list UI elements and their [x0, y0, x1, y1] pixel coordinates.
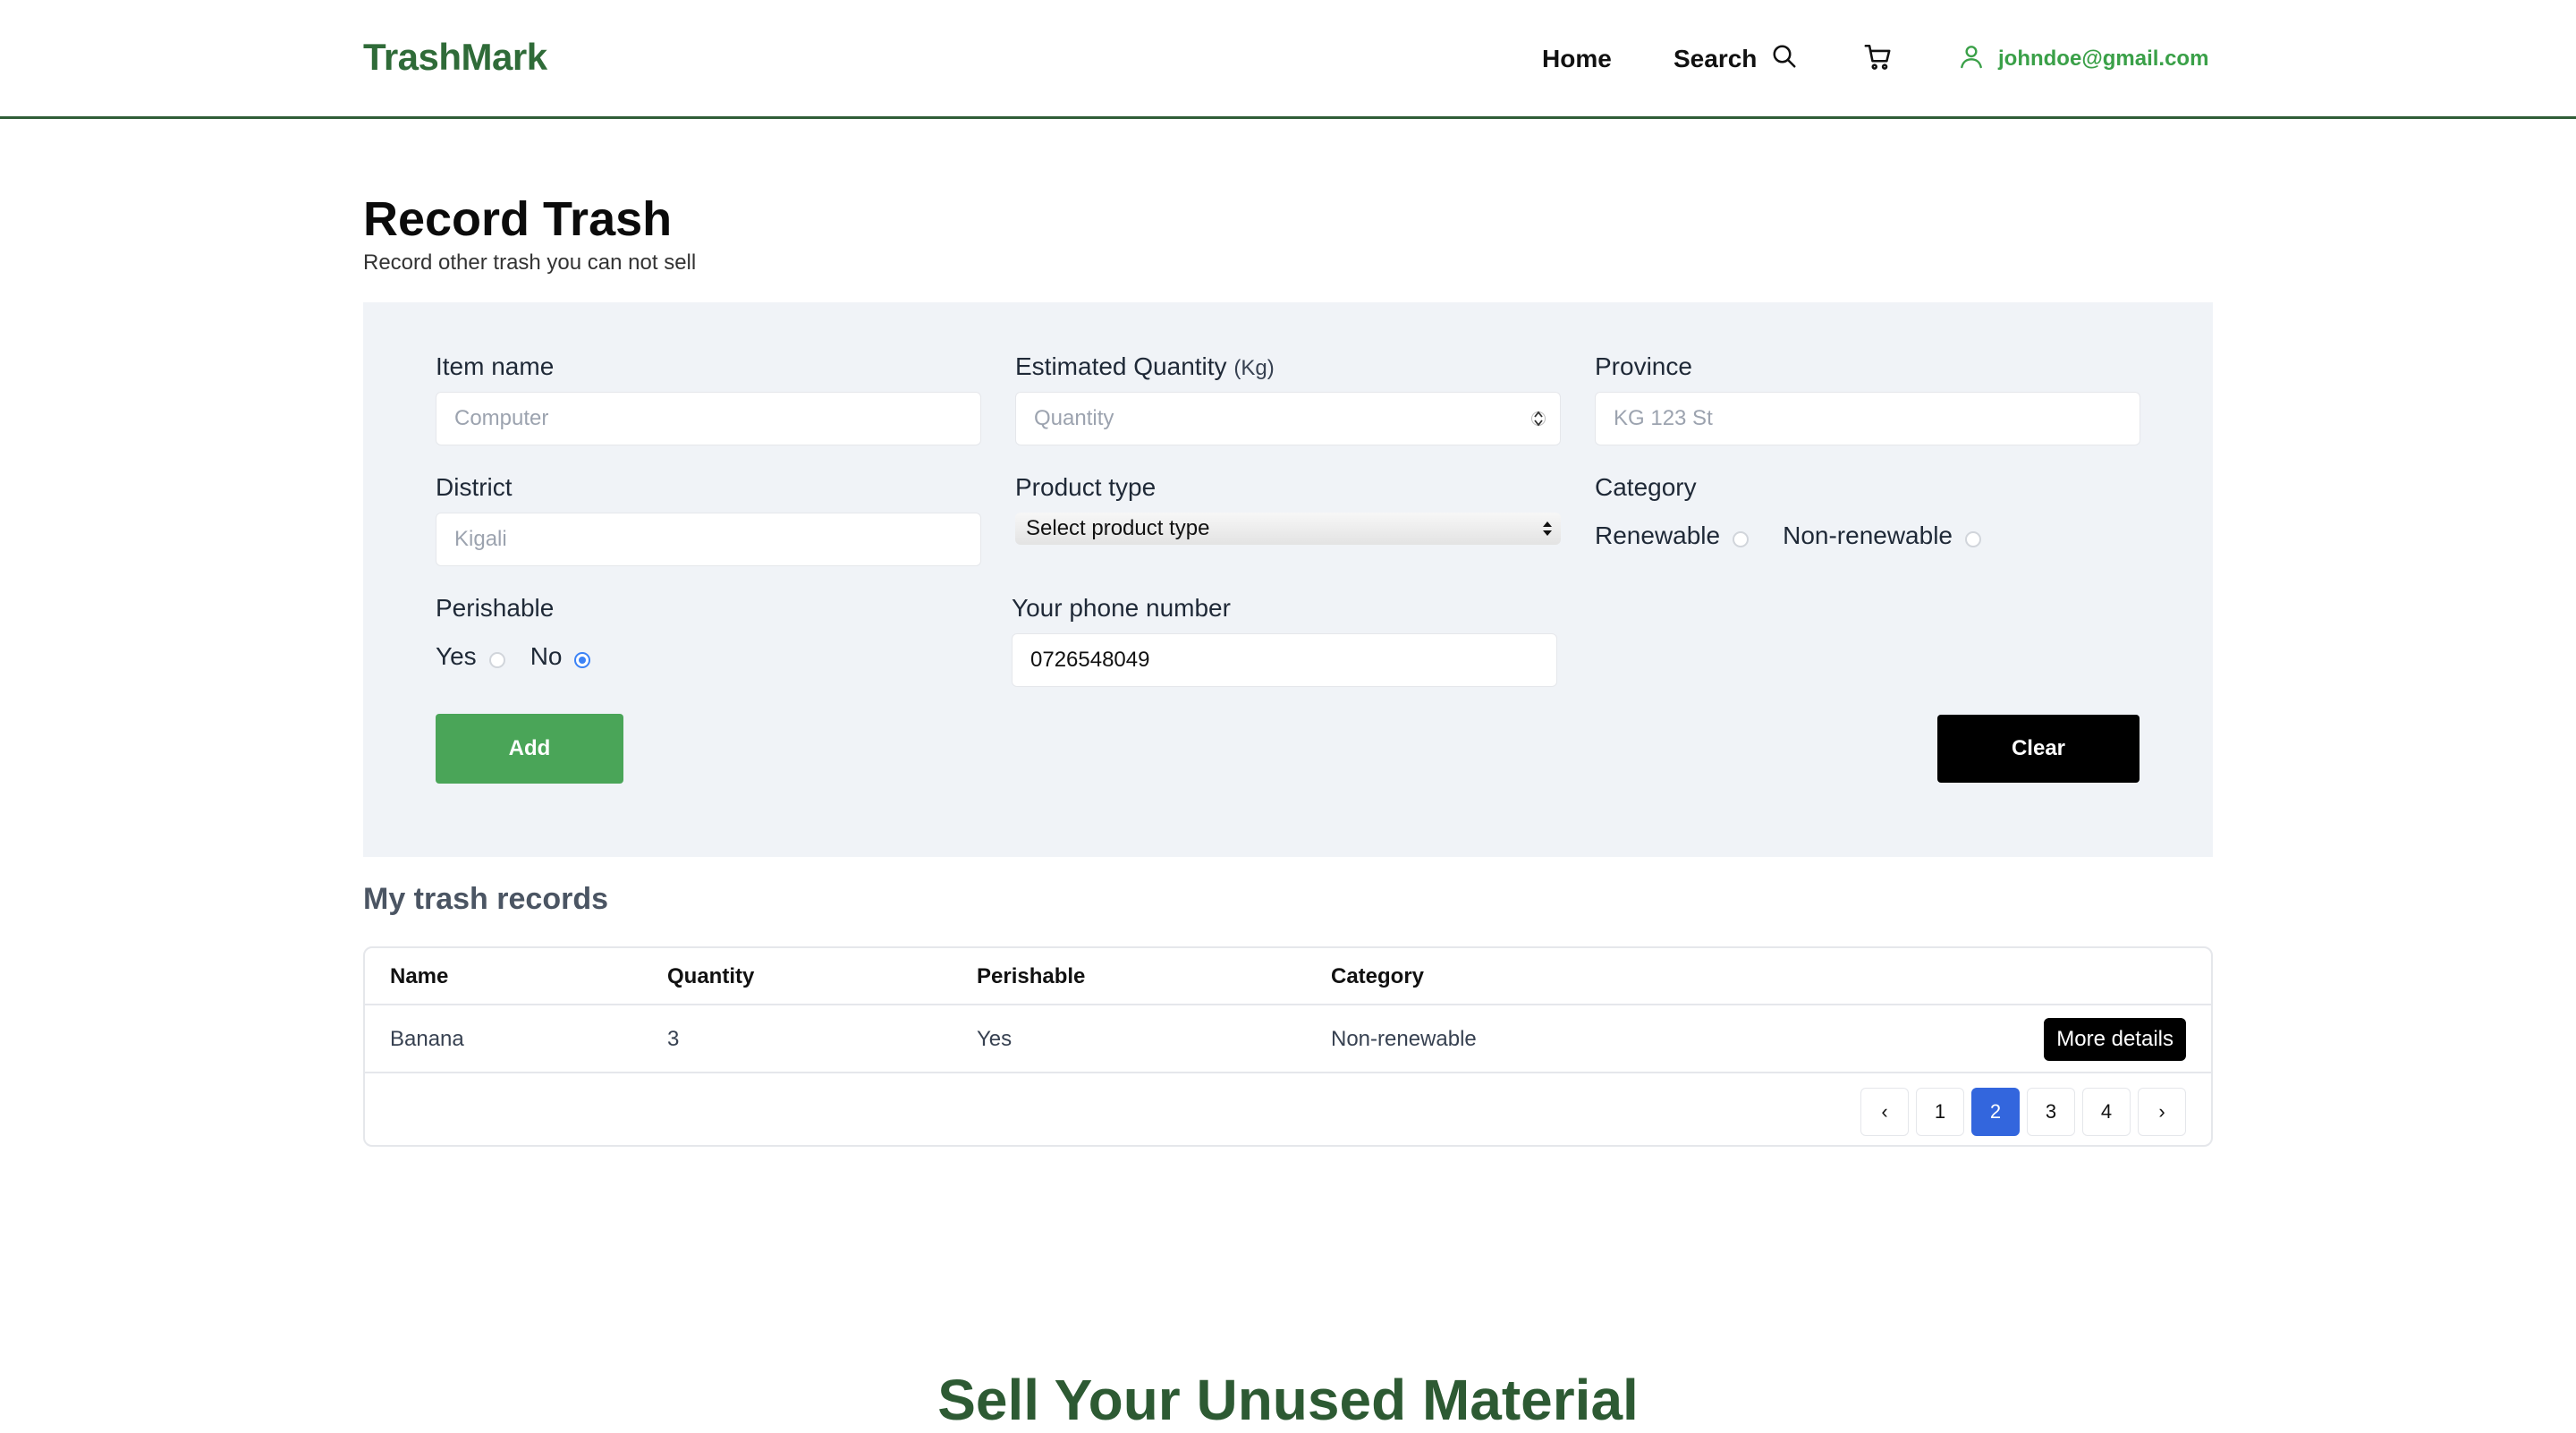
cell-quantity: 3	[667, 1027, 680, 1051]
item-name-input[interactable]: Computer	[436, 392, 981, 445]
pagination: ‹ 1 2 3 4 ›	[1860, 1088, 2186, 1136]
sell-section-heading: Sell Your Unused Material	[937, 1368, 1639, 1432]
clear-button[interactable]: Clear	[1937, 715, 2140, 783]
header-divider	[365, 1004, 2211, 1005]
quantity-input[interactable]: Quantity	[1015, 392, 1561, 445]
perishable-label: Perishable	[436, 594, 555, 622]
column-header-category: Category	[1331, 964, 1425, 988]
product-type-label: Product type	[1015, 473, 1157, 501]
category-radio-group: Renewable Non-renewable	[1595, 521, 1981, 550]
perishable-yes-radio[interactable]	[488, 652, 505, 668]
pagination-prev-button[interactable]: ‹	[1860, 1088, 1909, 1136]
pagination-next-button[interactable]: ›	[2138, 1088, 2186, 1136]
district-input[interactable]: Kigali	[436, 513, 981, 566]
item-name-placeholder: Computer	[454, 406, 549, 430]
pagination-page-1[interactable]: 1	[1916, 1088, 1964, 1136]
search-icon	[1771, 43, 1798, 76]
pagination-page-2[interactable]: 2	[1971, 1088, 2020, 1136]
user-email: johndoe@gmail.com	[1998, 47, 2209, 71]
cell-name: Banana	[390, 1027, 464, 1051]
record-trash-form: Item name Computer Estimated Quantity (K…	[363, 302, 2213, 857]
category-option-renewable-label: Renewable	[1595, 521, 1721, 549]
perishable-no-radio[interactable]	[574, 652, 591, 668]
category-nonrenewable-radio[interactable]	[1965, 531, 1981, 547]
page-subtitle: Record other trash you can not sell	[363, 250, 697, 275]
item-name-label: Item name	[436, 352, 555, 380]
records-table: Name Quantity Perishable Category Banana…	[363, 946, 2213, 1147]
brand-logo[interactable]: TrashMark	[363, 36, 547, 79]
province-label: Province	[1595, 352, 1692, 380]
column-header-quantity: Quantity	[667, 964, 755, 988]
category-option-nonrenewable-label: Non-renewable	[1783, 521, 1953, 549]
category-label: Category	[1595, 473, 1697, 501]
page-title: Record Trash	[363, 192, 673, 246]
more-details-button[interactable]: More details	[2044, 1018, 2186, 1061]
quantity-placeholder: Quantity	[1034, 406, 1114, 430]
nav-search-link[interactable]: Search	[1674, 41, 1798, 77]
cell-perishable: Yes	[977, 1027, 1013, 1051]
records-title: My trash records	[363, 882, 608, 916]
perishable-option-no-label: No	[530, 642, 563, 670]
top-navbar: TrashMark Home Search johndoe@gmail.com	[0, 0, 2576, 119]
category-renewable-radio[interactable]	[1733, 531, 1750, 547]
perishable-radio-group: Yes No	[436, 642, 591, 671]
quantity-label-text: Estimated Quantity	[1015, 352, 1227, 380]
cart-icon	[1863, 42, 1894, 77]
province-input[interactable]: KG 123 St	[1595, 392, 2140, 445]
quantity-unit: (Kg)	[1233, 356, 1275, 380]
user-account-link[interactable]: johndoe@gmail.com	[1957, 41, 2208, 77]
row-divider	[365, 1072, 2211, 1073]
pagination-page-4[interactable]: 4	[2082, 1088, 2131, 1136]
cart-button[interactable]	[1863, 41, 1894, 77]
phone-input[interactable]: 0726548049	[1012, 633, 1557, 687]
phone-value: 0726548049	[1030, 648, 1150, 672]
cell-category: Non-renewable	[1331, 1027, 1477, 1051]
user-icon	[1957, 42, 1986, 77]
product-type-select[interactable]: Select product type	[1015, 513, 1561, 545]
perishable-option-yes-label: Yes	[436, 642, 477, 670]
province-placeholder: KG 123 St	[1614, 406, 1713, 430]
stepper-icon[interactable]	[1531, 405, 1546, 432]
nav-home-link[interactable]: Home	[1542, 41, 1612, 77]
nav-search-label: Search	[1674, 45, 1758, 72]
quantity-label: Estimated Quantity (Kg)	[1015, 352, 1275, 381]
select-arrows-icon	[1541, 518, 1554, 546]
product-type-selected: Select product type	[1026, 516, 1210, 540]
district-label: District	[436, 473, 513, 501]
phone-label: Your phone number	[1012, 594, 1231, 622]
pagination-page-3[interactable]: 3	[2027, 1088, 2075, 1136]
column-header-name: Name	[390, 964, 449, 988]
district-placeholder: Kigali	[454, 527, 507, 551]
column-header-perishable: Perishable	[977, 964, 1086, 988]
add-button[interactable]: Add	[436, 714, 623, 784]
